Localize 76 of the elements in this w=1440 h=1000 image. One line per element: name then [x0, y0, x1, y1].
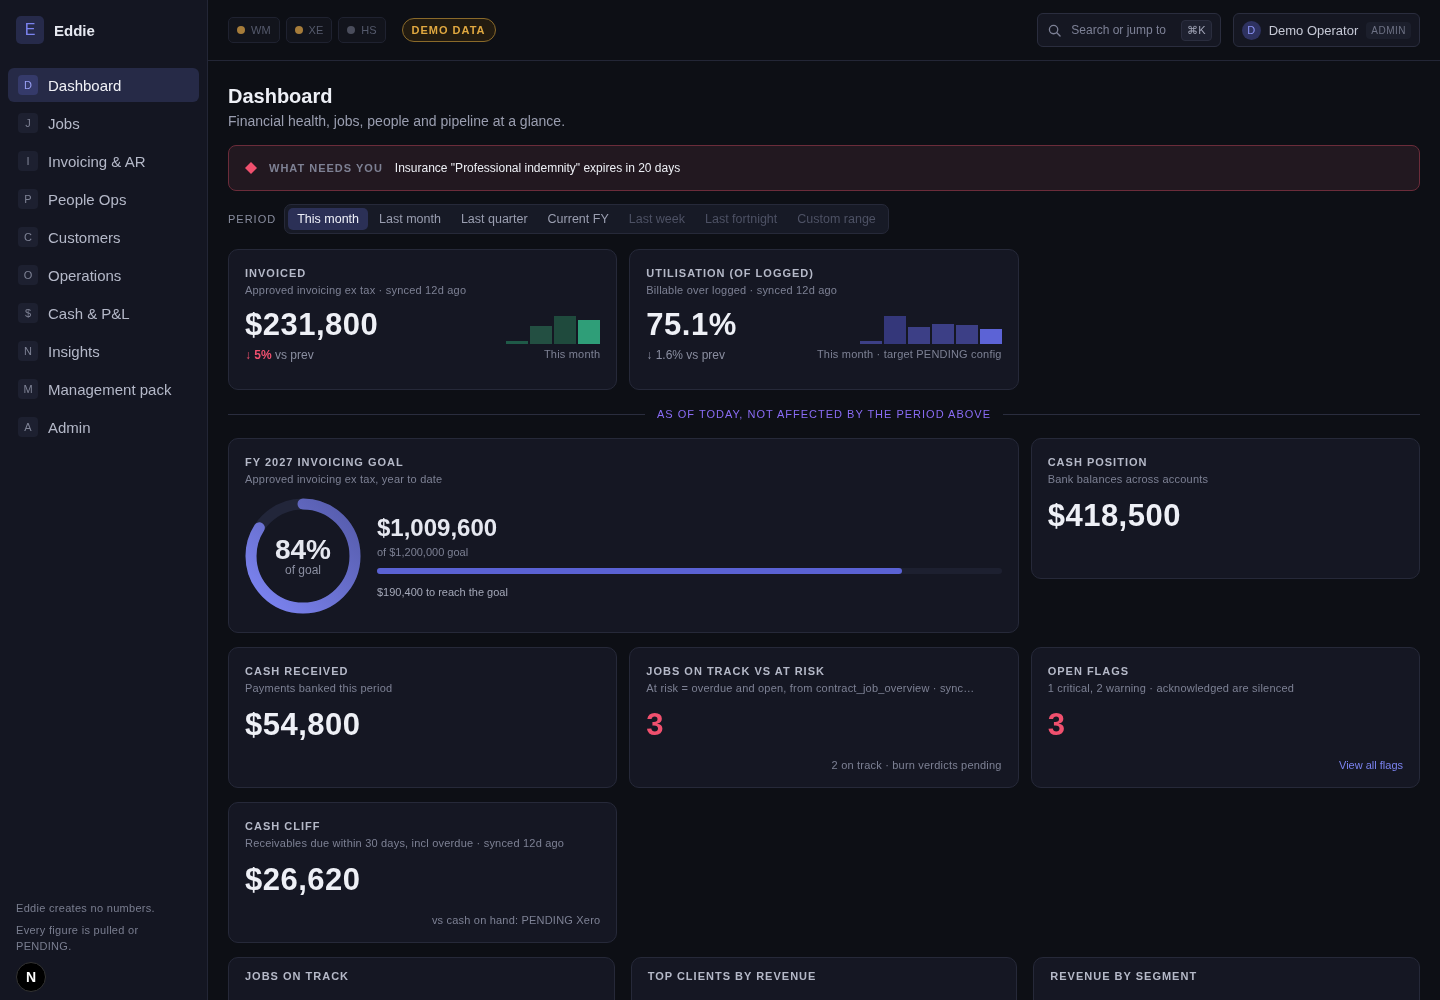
percent-value: 84% [274, 536, 331, 564]
percent-caption: of goal [285, 564, 321, 576]
search-icon [1048, 23, 1062, 37]
metric-value: $54,800 [245, 706, 362, 744]
sidebar-item[interactable]: A Admin [8, 410, 199, 444]
sidebar-item[interactable]: J Jobs [8, 106, 199, 140]
goal-target: of $1,200,000 goal [377, 546, 470, 558]
card-subtitle: Bank balances across accounts [1047, 473, 1210, 485]
diamond-icon [245, 162, 257, 174]
source-label: XE [308, 24, 324, 36]
alert-text: Insurance "Professional indemnity" expires in 20 days [394, 161, 681, 175]
sidebar-item[interactable]: P People Ops [8, 182, 199, 216]
card-note: vs cash on hand: PENDING Xero [431, 914, 601, 926]
card-title: REVENUE BY SEGMENT [1050, 970, 1199, 982]
user-name: Demo Operator [1268, 22, 1359, 38]
demo-badge: DEMO DATA [401, 18, 496, 42]
card-title: JOBS ON TRACK [245, 970, 351, 982]
card-title: FY 2027 INVOICING GOAL [245, 456, 405, 468]
source-label: WM [251, 24, 271, 36]
page-subtitle: Financial health, jobs, people and pipeline at a glance. [228, 113, 567, 129]
card-subtitle: Approved invoicing ex tax · synced 12d ago [245, 284, 468, 296]
user-menu[interactable]: D Demo Operator ADMIN [1232, 13, 1420, 47]
card-subtitle: At risk = overdue and open, from contract_job_overview · sync… [646, 682, 976, 694]
metric-value: $231,800 [245, 306, 379, 344]
metric-value: 3 [1047, 706, 1067, 744]
delta-text: ↓ 5% vs prev [245, 348, 314, 362]
card-title: UTILISATION (OF LOGGED) [646, 267, 815, 279]
footer-note: Every figure is pulled or PENDING. [16, 923, 140, 954]
card-title: JOBS ON TRACK VS AT RISK [646, 665, 826, 677]
dev-tools-button[interactable]: N [16, 962, 46, 992]
period-tab[interactable]: Last month [370, 208, 450, 230]
page-title: Dashboard [228, 84, 334, 109]
card-note: This month · target PENDING config [816, 348, 1002, 362]
card-subtitle: Receivables due within 30 days, incl overdue · synced 12d ago [245, 837, 566, 849]
sidebar-item[interactable]: D Dashboard [8, 68, 199, 102]
card-title: INVOICED [245, 267, 308, 279]
card-title: OPEN FLAGS [1047, 665, 1131, 677]
metric-value: $418,500 [1047, 497, 1182, 535]
sidebar-item[interactable]: I Invoicing & AR [8, 144, 199, 178]
logo-icon: E [16, 16, 44, 44]
section-divider-label: AS OF TODAY, NOT AFFECTED BY THE PERIOD ABOVE [657, 408, 991, 420]
source-label: HS [361, 24, 377, 36]
period-tab[interactable]: This month [288, 208, 369, 230]
sidebar-item[interactable]: N Insights [8, 334, 199, 368]
role-badge: ADMIN [1366, 21, 1411, 39]
search-field[interactable]: Search or jump to ⌘K [1037, 13, 1221, 47]
card-note: This month [543, 348, 601, 362]
alert-label: WHAT NEEDS YOU [269, 162, 383, 174]
app-name: Eddie [54, 21, 95, 39]
sidebar-item[interactable]: $ Cash & P&L [8, 296, 199, 330]
sidebar-item[interactable]: O Operations [8, 258, 199, 292]
card-title: CASH RECEIVED [245, 665, 350, 677]
card-title: CASH CLIFF [245, 820, 322, 832]
sidebar-item[interactable]: C Customers [8, 220, 199, 254]
period-tab[interactable]: Last quarter [451, 208, 537, 230]
card-title: CASH POSITION [1047, 456, 1149, 468]
card-note: 2 on track · burn verdicts pending [831, 759, 1002, 771]
card-subtitle: Approved invoicing ex tax, year to date [245, 473, 444, 485]
metric-value: $1,009,600 [377, 514, 499, 542]
period-label: PERIOD [228, 213, 277, 225]
card-subtitle: Payments banked this period [245, 682, 394, 694]
view-flags-link[interactable]: View all flags [1339, 759, 1403, 771]
delta-text: ↓ 1.6% vs prev [646, 348, 726, 362]
goal-remaining: $190,400 to reach the goal [377, 586, 509, 598]
sidebar-item[interactable]: M Management pack [8, 372, 199, 406]
card-title: TOP CLIENTS BY REVENUE [647, 970, 818, 982]
metric-value: 75.1% [646, 306, 737, 344]
card-subtitle: 1 critical, 2 warning · acknowledged are silenced [1047, 682, 1296, 694]
shortcut-key: ⌘K [1181, 19, 1212, 41]
card-subtitle: Billable over logged · synced 12d ago [646, 284, 839, 296]
metric-value: 3 [646, 706, 666, 744]
period-tab[interactable]: Current FY [538, 208, 618, 230]
metric-value: $26,620 [245, 861, 362, 899]
footer-note: Eddie creates no numbers. [16, 901, 156, 916]
search-input[interactable]: Search or jump to [1069, 22, 1174, 38]
avatar-icon: D [1241, 20, 1261, 40]
